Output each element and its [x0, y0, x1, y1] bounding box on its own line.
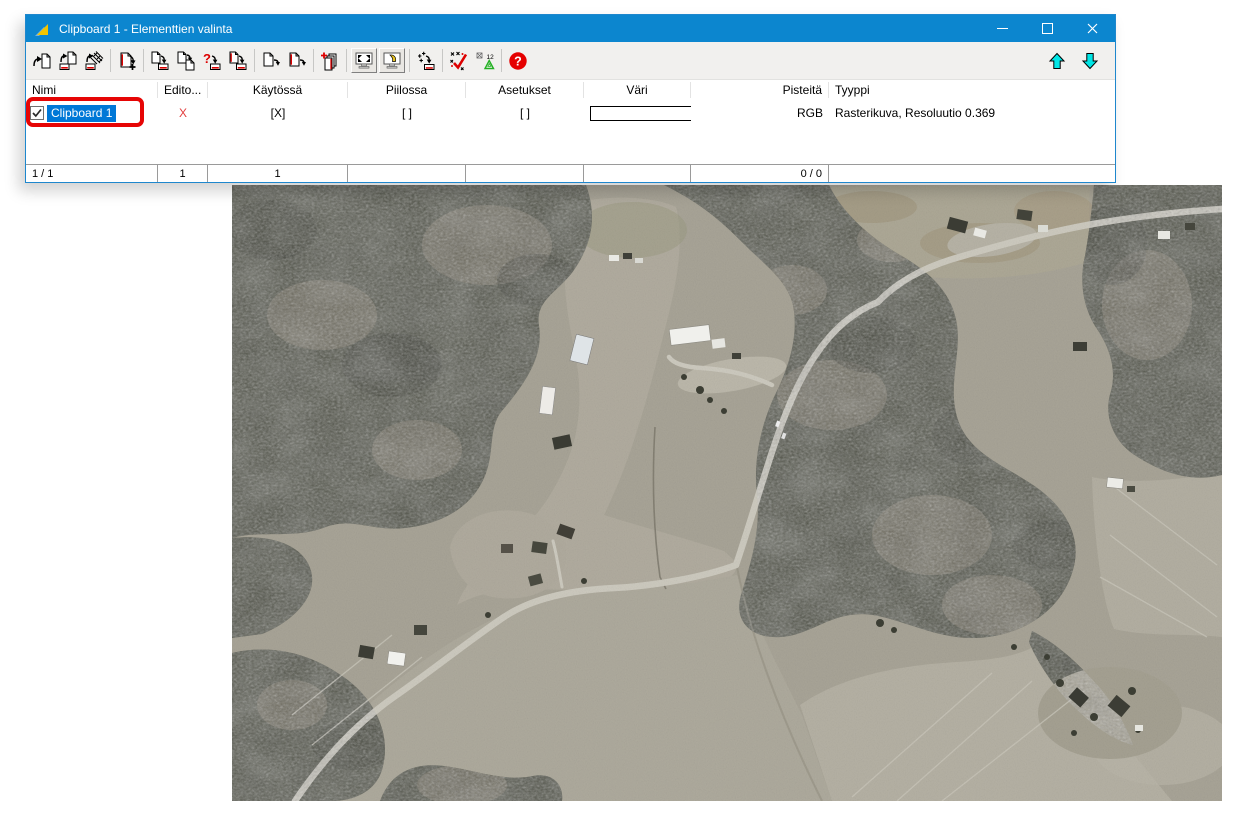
red-page-to-box-icon[interactable] [225, 48, 251, 73]
table-row[interactable]: Clipboard 1 X [X] [ ] [ ] RGB Rasterikuv… [26, 100, 1115, 126]
svg-text:?: ? [514, 54, 522, 68]
status-pisteita-cell: 0 / 0 [691, 165, 829, 182]
status-tyyppi-cell [829, 165, 1115, 182]
help-icon[interactable]: ? [505, 48, 531, 73]
toolbar-separator [110, 49, 111, 72]
status-asetukset-cell [466, 165, 584, 182]
window-controls [980, 15, 1115, 42]
column-header-kaytossa[interactable]: Käytössä [208, 82, 348, 98]
points-save-icon[interactable] [413, 48, 439, 73]
column-header-tyyppi[interactable]: Tyyppi [829, 82, 1115, 98]
new-pages-plus-icon[interactable] [317, 48, 343, 73]
color-swatch[interactable] [590, 106, 691, 121]
status-edito-cell: 1 [158, 165, 208, 182]
list-header: Nimi Edito... Käytössä Piilossa Asetukse… [26, 80, 1115, 100]
toolbar-separator [442, 49, 443, 72]
toolbar-separator [254, 49, 255, 72]
raster-monitor-icon[interactable] [379, 48, 405, 73]
arrow-to-page-settings-icon[interactable] [55, 48, 81, 73]
row-pisteita-cell: RGB [691, 106, 829, 120]
column-header-nimi[interactable]: Nimi [26, 82, 158, 98]
window-title: Clipboard 1 - Elementtien valinta [59, 22, 232, 36]
status-piilossa-cell [348, 165, 466, 182]
row-checkbox[interactable] [30, 106, 44, 120]
column-header-pisteita[interactable]: Pisteitä [691, 82, 829, 98]
row-name-label[interactable]: Clipboard 1 [47, 105, 116, 122]
status-count-cell: 1 / 1 [26, 165, 158, 182]
element-list: Nimi Edito... Käytössä Piilossa Asetukse… [26, 80, 1115, 164]
status-vari-cell [584, 165, 691, 182]
toolbar-separator [346, 49, 347, 72]
arrow-to-hatch-icon[interactable] [81, 48, 107, 73]
aerial-photo-svg [232, 185, 1222, 801]
statusbar: 1 / 1 1 1 0 / 0 [26, 164, 1115, 182]
page-add-icon[interactable] [114, 48, 140, 73]
move-down-icon[interactable] [1077, 48, 1103, 73]
element-selection-window: Clipboard 1 - Elementtien valinta [25, 14, 1116, 183]
page-to-page-icon[interactable] [173, 48, 199, 73]
minimize-button[interactable] [980, 15, 1025, 42]
toolbar-separator [409, 49, 410, 72]
column-header-asetukset[interactable]: Asetukset [466, 82, 584, 98]
column-header-piilossa[interactable]: Piilossa [348, 82, 466, 98]
status-kaytossa-cell: 1 [208, 165, 348, 182]
toolbar-separator [501, 49, 502, 72]
toolbar: ? 12 [26, 42, 1115, 80]
red-check-points-icon[interactable] [446, 48, 472, 73]
titlebar[interactable]: Clipboard 1 - Elementtien valinta [26, 15, 1115, 42]
row-tyyppi-cell: Rasterikuva, Resoluutio 0.369 [829, 106, 1115, 120]
toolbar-separator [313, 49, 314, 72]
app-logo-icon [34, 21, 50, 37]
toolbar-right [1044, 48, 1115, 73]
arrow-to-page-icon[interactable] [29, 48, 55, 73]
close-icon [1087, 23, 1098, 34]
page-to-box-icon[interactable] [147, 48, 173, 73]
page-arrow-out-icon[interactable] [258, 48, 284, 73]
row-kaytossa-cell[interactable]: [X] [208, 106, 348, 120]
row-vari-cell[interactable] [584, 106, 691, 121]
triangle-12-icon[interactable]: 12 [472, 48, 498, 73]
svg-text:?: ? [203, 51, 211, 66]
maximize-button[interactable] [1025, 15, 1070, 42]
toolbar-separator [143, 49, 144, 72]
fit-screen-monitor-icon[interactable] [351, 48, 377, 73]
svg-text:12: 12 [487, 54, 495, 61]
move-up-icon[interactable] [1044, 48, 1070, 73]
row-edito-cell[interactable]: X [158, 106, 208, 120]
aerial-photo[interactable] [232, 185, 1222, 801]
row-name-cell[interactable]: Clipboard 1 [26, 105, 158, 122]
close-button[interactable] [1070, 15, 1115, 42]
column-header-edito[interactable]: Edito... [158, 82, 208, 98]
red-page-arrow-out-icon[interactable] [284, 48, 310, 73]
column-header-vari[interactable]: Väri [584, 82, 691, 98]
row-asetukset-cell[interactable]: [ ] [466, 106, 584, 120]
question-to-box-icon[interactable]: ? [199, 48, 225, 73]
row-piilossa-cell[interactable]: [ ] [348, 106, 466, 120]
